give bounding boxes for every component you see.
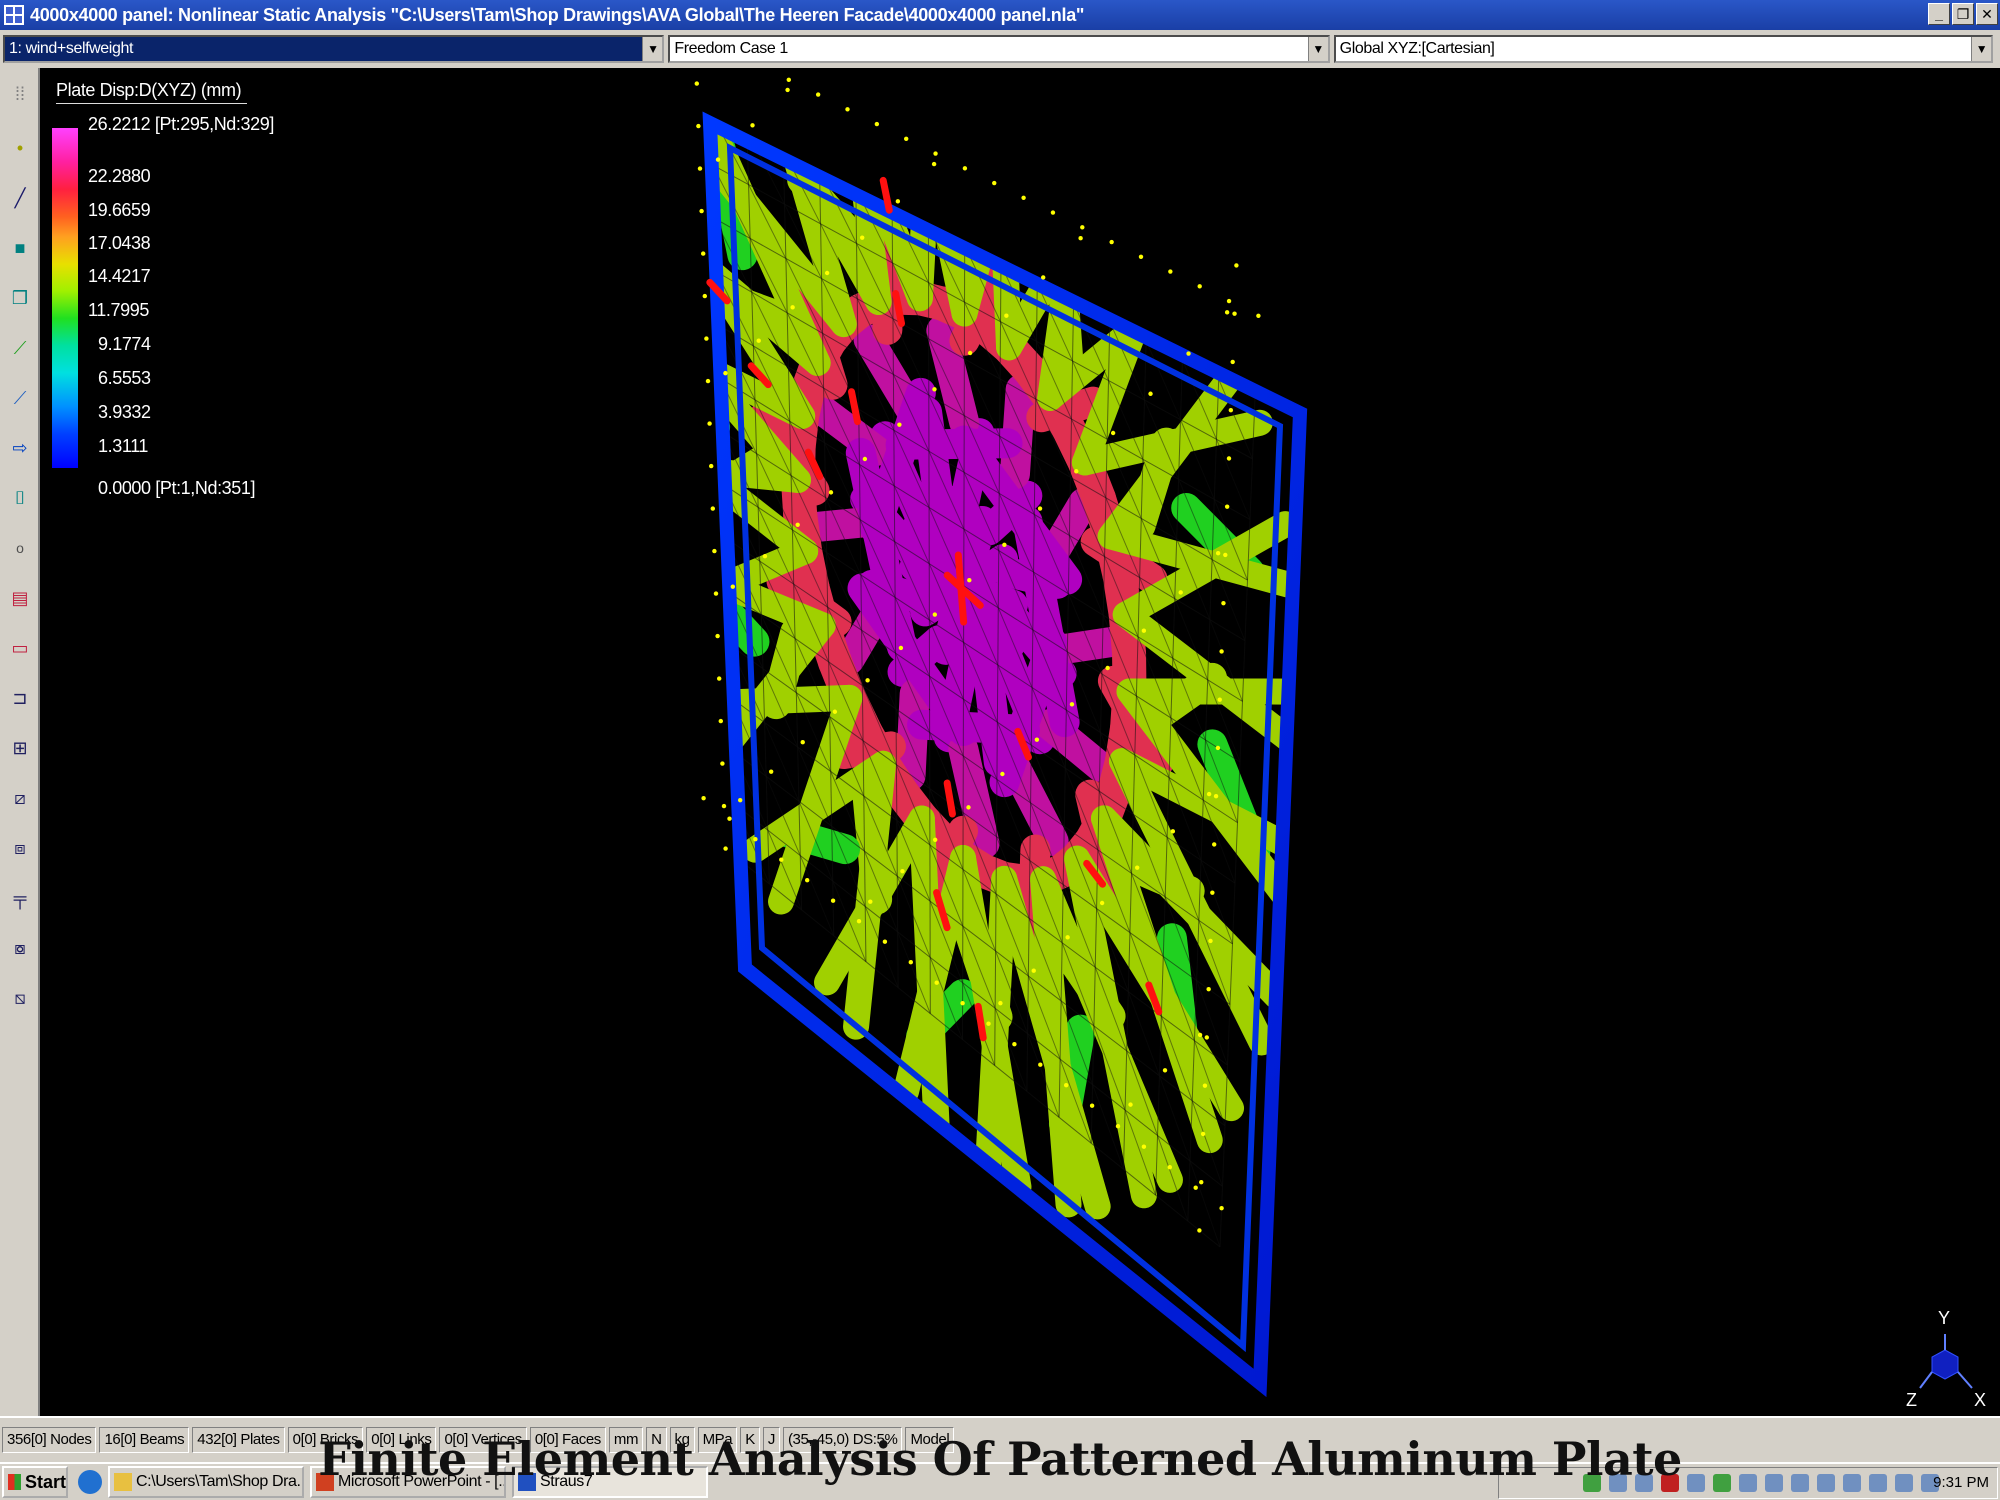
load-case-dropdown[interactable]: 1: wind+selfweight ▼ (3, 35, 665, 63)
cylinder-tool-icon[interactable]: ⌷ (6, 484, 34, 512)
grip-icon: ⁞⁞ (14, 83, 25, 104)
iso-view-icon[interactable]: ⧈ (6, 834, 34, 862)
contour-tool-icon[interactable]: ▭ (6, 634, 34, 662)
load-case-value: 1: wind+selfweight (9, 40, 133, 57)
coordinate-system-value: Global XYZ:[Cartesian] (1339, 40, 1495, 57)
legend-value: 6.5553 (98, 368, 151, 388)
legend-value: 1.3111 (98, 436, 148, 456)
chevron-down-icon[interactable]: ▼ (1970, 37, 1991, 61)
legend-colorbar (52, 128, 78, 468)
legend-max-label: 26.2212 [Pt:295,Nd:329] (88, 114, 274, 134)
freedom-case-dropdown[interactable]: Freedom Case 1 ▼ (668, 35, 1330, 63)
triad-z-label: Z (1906, 1390, 1917, 1410)
model-viewport[interactable] (40, 0, 2000, 1416)
frame-view-icon[interactable]: ╤ (6, 884, 34, 912)
triad-x-label: X (1974, 1390, 1987, 1410)
plate-tool-icon[interactable]: ■ (6, 234, 34, 262)
slide-caption: Finite Element Analysis Of Patterned Alu… (318, 1432, 1682, 1486)
result-tool-icon[interactable]: ▤ (6, 584, 34, 612)
fe-mesh-plot[interactable] (40, 0, 2000, 1416)
chevron-down-icon[interactable]: ▼ (1307, 37, 1328, 61)
legend-title: Plate Disp:D(XYZ) (mm) (56, 80, 248, 104)
case-selector-bar: 1: wind+selfweight ▼ Freedom Case 1 ▼ Gl… (0, 30, 2000, 68)
arrow-tool-icon[interactable]: ⇨ (6, 434, 34, 462)
rear-view-icon[interactable]: ⧅ (6, 984, 34, 1012)
window-controls: _ ❐ ✕ (1928, 3, 1998, 25)
minimize-button[interactable]: _ (1928, 3, 1950, 25)
legend-value: 19.6659 (88, 200, 151, 220)
legend-value: 22.2880 (88, 166, 151, 186)
node-tool-icon[interactable]: • (6, 134, 34, 162)
side-view-icon[interactable]: ⧇ (6, 934, 34, 962)
coordinate-system-dropdown[interactable]: Global XYZ:[Cartesian] ▼ (1333, 35, 1993, 63)
triad-cube (1931, 1349, 1959, 1380)
legend-value: 3.9332 (98, 402, 151, 422)
brick-tool-icon[interactable]: ❒ (6, 284, 34, 312)
window-title: 4000x4000 panel: Nonlinear Static Analys… (30, 4, 1085, 25)
attribute-tool-icon[interactable]: ⟋ (6, 384, 34, 412)
title-bar: 4000x4000 panel: Nonlinear Static Analys… (0, 0, 2000, 30)
chevron-down-icon[interactable]: ▼ (642, 37, 663, 61)
view-tool-icon[interactable]: ⊐ (6, 684, 34, 712)
grid-view-icon[interactable]: ⊞ (6, 734, 34, 762)
legend-value: 17.0438 (88, 233, 151, 253)
triad-y-label: Y (1938, 1308, 1951, 1328)
legend-value: 9.1774 (98, 334, 151, 354)
link-tool-icon[interactable]: ⟋ (6, 334, 34, 362)
legend-value: 14.4217 (88, 266, 151, 286)
beam-tool-icon[interactable]: ╱ (6, 184, 34, 212)
close-button[interactable]: ✕ (1976, 3, 1998, 25)
legend-min-label: 0.0000 [Pt:1,Nd:351] (98, 478, 256, 498)
app-icon (4, 5, 24, 25)
perspective-view-icon[interactable]: ⧄ (6, 784, 34, 812)
legend-value: 11.7995 (88, 300, 149, 320)
freedom-case-value: Freedom Case 1 (674, 40, 788, 57)
restore-button[interactable]: ❐ (1952, 3, 1974, 25)
point-tool-icon[interactable]: o (6, 534, 34, 562)
left-toolbar: ⁞⁞ • ╱ ■ ❒ ⟋ ⟋ ⇨ ⌷ o ▤ ▭ ⊐ ⊞ ⧄ ⧈ ╤ ⧇ ⧅ (0, 68, 40, 1416)
